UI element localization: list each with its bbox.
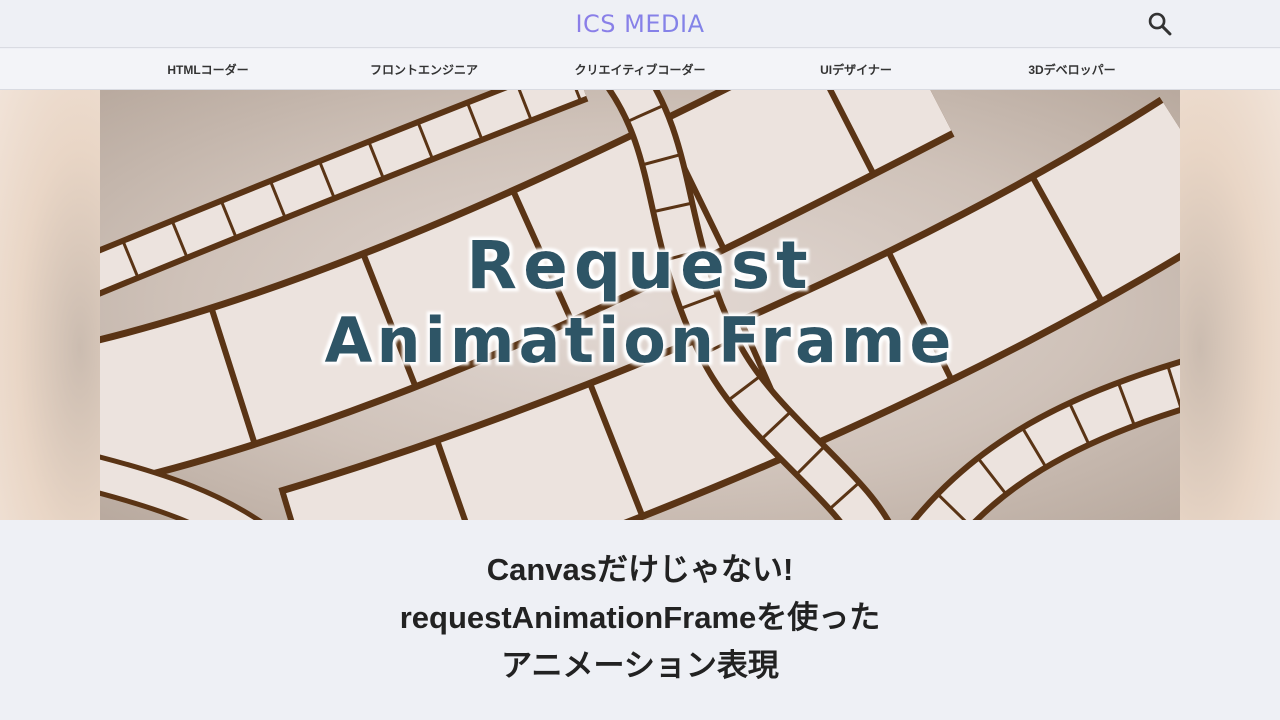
category-ui-designer[interactable]: UIデザイナー bbox=[748, 49, 964, 89]
category-creative-coder[interactable]: クリエイティブコーダー bbox=[532, 49, 748, 89]
category-3d-developer[interactable]: 3Dデベロッパー bbox=[964, 49, 1180, 89]
category-frontend-engineer[interactable]: フロントエンジニア bbox=[316, 49, 532, 89]
hero-blur-left bbox=[0, 90, 100, 520]
hero-title-line1: Request bbox=[466, 227, 813, 304]
article-title: Canvasだけじゃない! requestAnimationFrameを使った … bbox=[240, 546, 1040, 690]
article-title-line: requestAnimationFrameを使った bbox=[399, 600, 881, 635]
hero-image[interactable]: Request AnimationFrame bbox=[100, 90, 1180, 520]
article-title-line: アニメーション表現 bbox=[501, 648, 779, 683]
search-icon bbox=[1148, 12, 1172, 36]
search-button[interactable] bbox=[1144, 8, 1176, 40]
site-logo[interactable]: ICS MEDIA bbox=[0, 9, 1280, 39]
category-html-coder[interactable]: HTMLコーダー bbox=[100, 49, 316, 89]
film-strip-illustration: Request AnimationFrame bbox=[100, 90, 1180, 520]
article-title-line: Canvasだけじゃない! bbox=[486, 552, 794, 587]
hero-banner: Request AnimationFrame bbox=[0, 90, 1280, 520]
category-nav: HTMLコーダー フロントエンジニア クリエイティブコーダー UIデザイナー 3… bbox=[0, 49, 1280, 90]
site-header: ICS MEDIA bbox=[0, 0, 1280, 48]
hero-blur-right bbox=[1180, 90, 1280, 520]
hero-title-line2: AnimationFrame bbox=[325, 304, 956, 377]
